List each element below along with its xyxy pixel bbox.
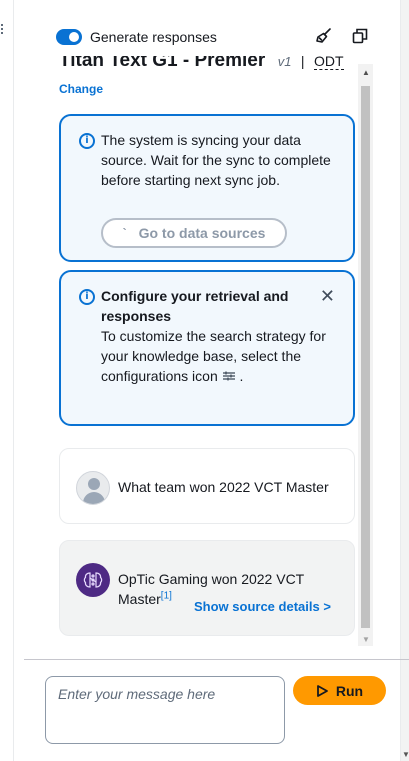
ai-brain-icon	[76, 563, 110, 597]
scroll-up-icon[interactable]: ▲	[362, 68, 370, 77]
config-alert: i ✕ Configure your retrieval and respons…	[59, 270, 355, 426]
model-title: Titan Text G1 - Premier v1 | ODT	[59, 56, 344, 78]
scrollbar-thumb[interactable]	[361, 86, 370, 628]
change-model-link[interactable]: Change	[59, 82, 103, 96]
info-icon: i	[79, 289, 95, 305]
model-version: v1	[277, 56, 292, 69]
play-icon	[316, 684, 328, 697]
scroll-down-icon[interactable]: ▼	[362, 635, 370, 644]
info-icon: i	[79, 133, 95, 149]
show-source-details-link[interactable]: Show source details >	[194, 599, 331, 614]
title-separator: |	[300, 56, 305, 69]
drag-handle-icon[interactable]	[1, 24, 5, 34]
message-placeholder: Enter your message here	[58, 686, 216, 702]
config-alert-suffix: .	[239, 368, 244, 384]
broom-icon[interactable]	[314, 26, 334, 46]
sync-alert: i The system is syncing your data source…	[59, 114, 355, 262]
chat-header: Generate responses	[56, 24, 376, 50]
settings-sliders-icon	[222, 370, 240, 384]
throughput-label[interactable]: ODT	[314, 56, 344, 70]
chat-scroll-area[interactable]: Titan Text G1 - Premier v1 | ODT Change …	[59, 56, 359, 646]
sync-alert-text: The system is syncing your data source. …	[101, 132, 331, 188]
composer-divider	[24, 659, 409, 660]
message-input[interactable]: Enter your message here	[45, 676, 285, 744]
user-avatar-icon	[76, 471, 110, 505]
run-label: Run	[335, 682, 364, 699]
bot-message: OpTic Gaming won 2022 VCT Master[1] Show…	[59, 540, 355, 636]
config-alert-body: To customize the search strategy for you…	[101, 328, 326, 384]
generate-responses-toggle[interactable]	[56, 29, 82, 45]
go-to-data-sources-button[interactable]: ` Go to data sources	[101, 218, 287, 248]
page-scrollbar[interactable]: ▼	[400, 0, 409, 761]
chat-scrollbar[interactable]: ▲ ▼	[358, 64, 373, 646]
spinner-icon: `	[122, 226, 127, 240]
config-alert-heading: Configure your retrieval and responses	[101, 288, 289, 324]
scroll-down-icon[interactable]: ▼	[402, 750, 409, 759]
user-message: What team won 2022 VCT Master	[59, 448, 355, 524]
go-to-data-sources-label: Go to data sources	[138, 225, 266, 241]
panel-resize-strip[interactable]	[0, 0, 14, 761]
toggle-label: Generate responses	[90, 29, 217, 45]
model-name: Titan Text G1 - Premier	[59, 56, 266, 71]
citation-link[interactable]: [1]	[161, 590, 172, 601]
run-button[interactable]: Run	[293, 676, 386, 705]
user-message-text: What team won 2022 VCT Master	[118, 479, 329, 495]
close-icon[interactable]: ✕	[320, 288, 335, 306]
copy-icon[interactable]	[350, 26, 370, 46]
